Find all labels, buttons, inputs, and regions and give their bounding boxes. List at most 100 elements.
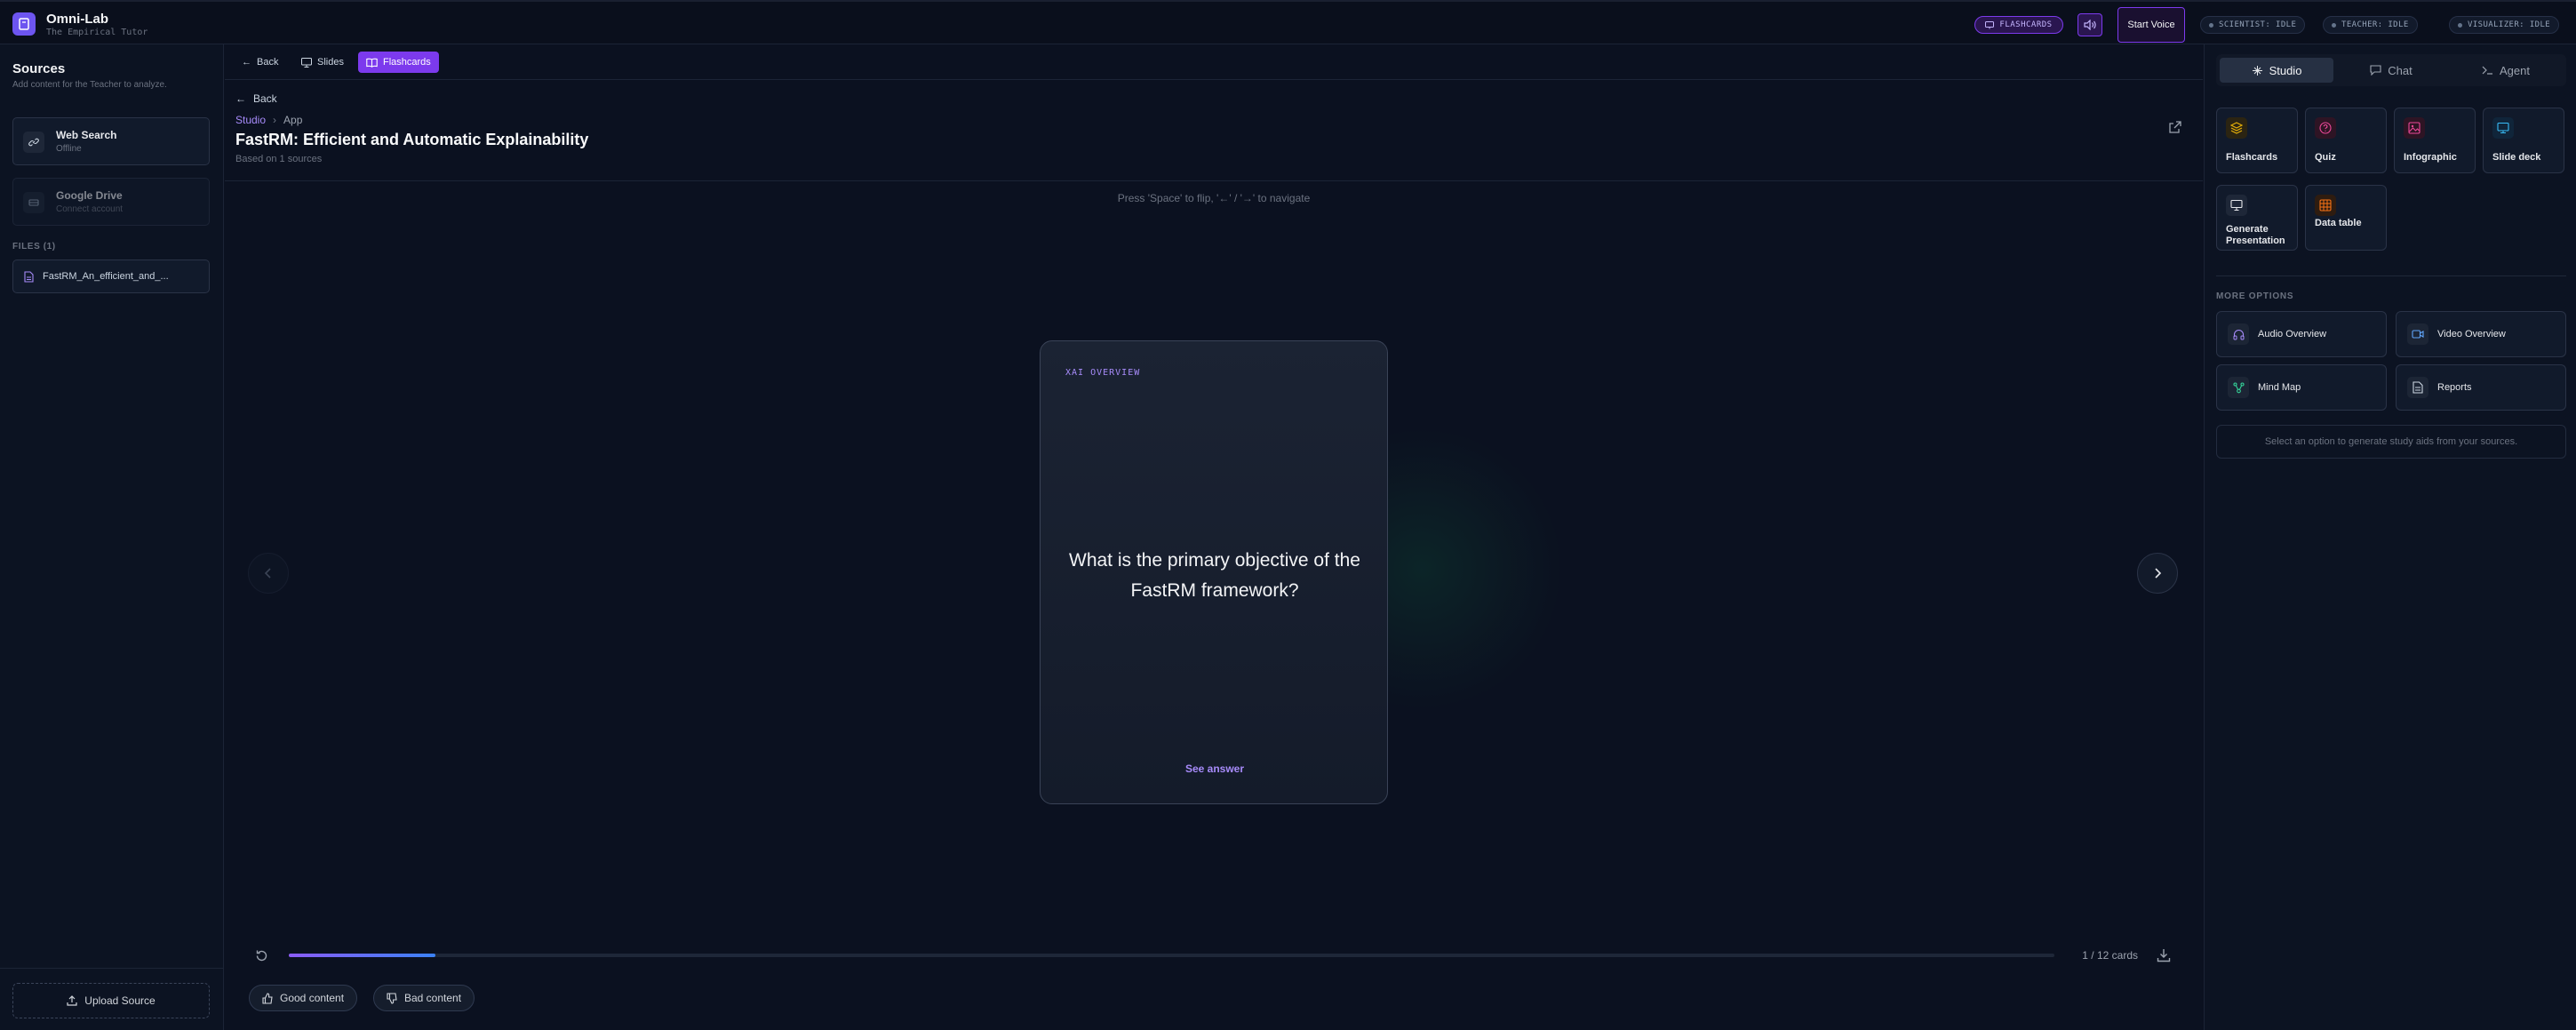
tab-label: Studio bbox=[2269, 63, 2302, 77]
main-toolbar: ← Back Slides Flashcards bbox=[225, 44, 2203, 80]
files-label: FILES (1) bbox=[12, 242, 56, 252]
status-dot bbox=[2209, 22, 2213, 28]
source-status: Offline bbox=[56, 144, 82, 154]
good-content-button[interactable]: Good content bbox=[249, 985, 358, 1011]
google-drive-source[interactable]: Google Drive Connect account bbox=[12, 178, 210, 226]
monitor-icon bbox=[301, 57, 312, 68]
toolbar-back-label: Back bbox=[257, 57, 279, 68]
tool-infographic[interactable]: Infographic bbox=[2394, 108, 2476, 173]
back-link[interactable]: ← Back bbox=[235, 92, 277, 105]
tool-label: Data table bbox=[2315, 218, 2362, 228]
drive-icon bbox=[23, 192, 44, 213]
upload-source-button[interactable]: Upload Source bbox=[12, 983, 210, 1018]
sidebar-divider bbox=[0, 968, 224, 969]
sidebar-subtitle: Add content for the Teacher to analyze. bbox=[12, 80, 167, 90]
bad-content-button[interactable]: Bad content bbox=[373, 985, 475, 1011]
panel-divider bbox=[2216, 275, 2566, 276]
tool-label: Generate Presentation bbox=[2226, 224, 2285, 246]
start-voice-button[interactable]: Start Voice bbox=[2117, 7, 2185, 43]
tab-chat[interactable]: Chat bbox=[2334, 58, 2448, 83]
studio-panel: Studio Chat Agent Flashcards Quiz Infogr… bbox=[2204, 44, 2576, 1030]
toolbar-back-button[interactable]: ← Back bbox=[234, 52, 286, 73]
file-icon bbox=[24, 270, 34, 283]
option-label: Video Overview bbox=[2437, 329, 2506, 339]
previous-card-button[interactable] bbox=[248, 553, 289, 594]
table-icon bbox=[2315, 195, 2336, 216]
mode-pill-label: FLASHCARDS bbox=[1999, 20, 2053, 29]
status-label: TEACHER: IDLE bbox=[2341, 20, 2409, 29]
tool-flashcards[interactable]: Flashcards bbox=[2216, 108, 2298, 173]
tool-label: Slide deck bbox=[2492, 152, 2541, 163]
document-icon bbox=[2407, 377, 2428, 398]
chevron-right-icon: › bbox=[273, 114, 277, 126]
panel-hint: Select an option to generate study aids … bbox=[2216, 425, 2566, 459]
scientist-status-badge: SCIENTIST: IDLE bbox=[2200, 16, 2306, 34]
tool-slide-deck[interactable]: Slide deck bbox=[2483, 108, 2564, 173]
monitor-icon bbox=[1985, 20, 1995, 28]
sparkle-icon bbox=[2252, 65, 2262, 76]
teacher-status-badge: TEACHER: IDLE bbox=[2323, 16, 2418, 34]
arrow-left-icon: ← bbox=[235, 92, 246, 105]
panel-tabs: Studio Chat Agent bbox=[2216, 54, 2566, 86]
tool-label: Flashcards bbox=[2226, 152, 2278, 163]
video-icon bbox=[2407, 323, 2428, 345]
option-audio-overview[interactable]: Audio Overview bbox=[2216, 311, 2387, 357]
tab-studio[interactable]: Studio bbox=[2220, 58, 2333, 83]
speaker-icon bbox=[2084, 20, 2096, 30]
see-answer-button[interactable]: See answer bbox=[1041, 763, 1389, 775]
mind-map-icon bbox=[2228, 377, 2249, 398]
sources-sidebar: Sources Add content for the Teacher to a… bbox=[0, 44, 224, 1030]
tab-label: Agent bbox=[2500, 63, 2530, 77]
status-label: VISUALIZER: IDLE bbox=[2468, 20, 2551, 29]
source-name: Google Drive bbox=[56, 189, 123, 202]
tab-agent[interactable]: Agent bbox=[2449, 58, 2563, 83]
headphones-icon bbox=[2228, 323, 2249, 345]
tool-quiz[interactable]: Quiz bbox=[2305, 108, 2387, 173]
chat-icon bbox=[2370, 65, 2381, 76]
tab-label: Chat bbox=[2388, 63, 2413, 77]
bad-content-label: Bad content bbox=[404, 992, 462, 1004]
more-options-label: MORE OPTIONS bbox=[2216, 291, 2294, 301]
tool-generate-presentation[interactable]: Generate Presentation bbox=[2216, 185, 2298, 251]
layers-icon bbox=[2226, 117, 2247, 139]
option-video-overview[interactable]: Video Overview bbox=[2396, 311, 2566, 357]
speaker-toggle-button[interactable] bbox=[2078, 13, 2102, 36]
status-dot bbox=[2332, 22, 2336, 28]
link-icon bbox=[23, 132, 44, 153]
back-link-label: Back bbox=[253, 92, 277, 105]
tool-data-table[interactable]: Data table bbox=[2305, 185, 2387, 251]
app-logo-icon bbox=[12, 12, 36, 36]
book-icon bbox=[366, 58, 378, 68]
visualizer-status-badge: VISUALIZER: IDLE bbox=[2449, 16, 2560, 34]
breadcrumb-studio[interactable]: Studio bbox=[235, 114, 266, 126]
terminal-icon bbox=[2482, 66, 2492, 75]
card-count: 1 / 12 cards bbox=[2082, 949, 2138, 962]
file-item[interactable]: FastRM_An_efficient_and_... bbox=[12, 259, 210, 293]
chevron-right-icon bbox=[2155, 568, 2162, 579]
thumbs-down-icon bbox=[387, 992, 397, 1004]
flashcards-tab[interactable]: Flashcards bbox=[358, 52, 439, 73]
flashcards-label: Flashcards bbox=[383, 57, 431, 68]
option-reports[interactable]: Reports bbox=[2396, 364, 2566, 411]
option-label: Reports bbox=[2437, 382, 2472, 393]
status-label: SCIENTIST: IDLE bbox=[2219, 20, 2297, 29]
card-question: What is the primary objective of the Fas… bbox=[1069, 550, 1360, 601]
status-dot bbox=[2458, 22, 2462, 28]
upload-icon bbox=[67, 995, 77, 1006]
mode-pill[interactable]: FLASHCARDS bbox=[1974, 16, 2063, 34]
next-card-button[interactable] bbox=[2137, 553, 2178, 594]
slides-tab[interactable]: Slides bbox=[293, 52, 352, 73]
external-link-icon[interactable] bbox=[2168, 120, 2182, 134]
option-mind-map[interactable]: Mind Map bbox=[2216, 364, 2387, 411]
thumbs-up-icon bbox=[262, 992, 273, 1004]
monitor-icon bbox=[2492, 117, 2514, 139]
card-topic-tag: XAI OVERVIEW bbox=[1065, 368, 1141, 378]
web-search-source[interactable]: Web Search Offline bbox=[12, 117, 210, 165]
slides-label: Slides bbox=[317, 57, 344, 68]
source-status: Connect account bbox=[56, 204, 124, 214]
good-content-label: Good content bbox=[280, 992, 345, 1004]
reset-icon[interactable] bbox=[254, 948, 269, 963]
flashcard[interactable]: XAI OVERVIEW What is the primary objecti… bbox=[1040, 340, 1388, 804]
progress-bar bbox=[289, 954, 2054, 957]
download-icon[interactable] bbox=[2156, 947, 2172, 963]
